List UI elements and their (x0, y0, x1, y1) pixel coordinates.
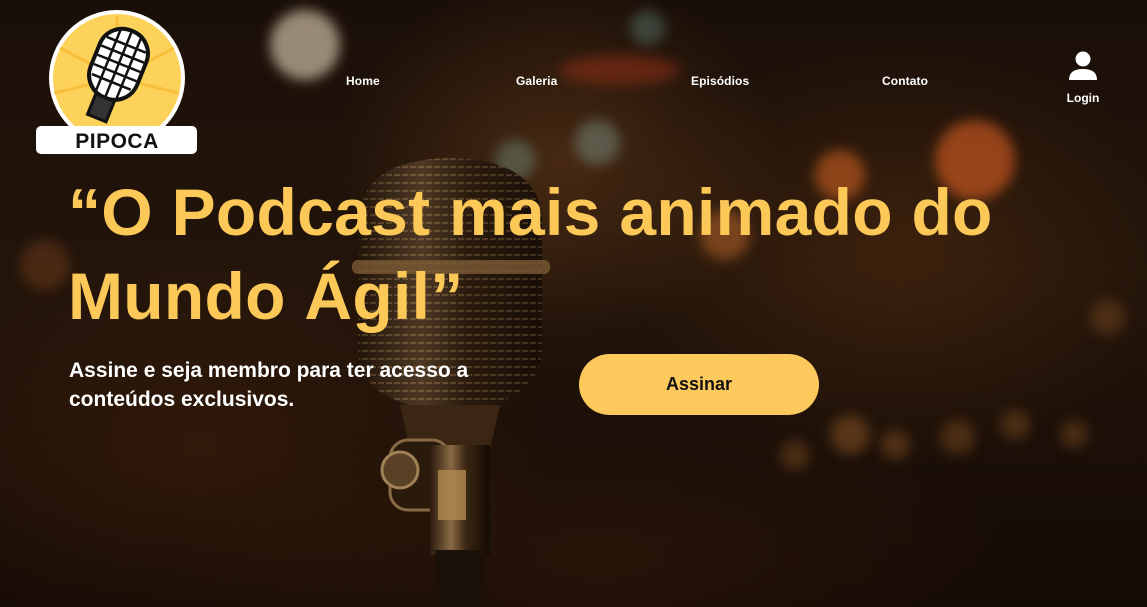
nav-galeria-link[interactable]: Galeria (516, 74, 557, 88)
page: PIPOCA PIPOCAAGIL Home Galeria Episódios… (0, 0, 1147, 607)
hero-subtitle: Assine e seja membro para ter acesso a c… (69, 356, 539, 414)
hero-title-line-1: “O Podcast mais animado do (68, 175, 993, 249)
nav-contato-link[interactable]: Contato (882, 74, 928, 88)
hero-title: “O Podcast mais animado do Mundo Ágil” (68, 170, 1068, 338)
nav-episodios-link[interactable]: Episódios (691, 74, 749, 88)
hero-subtitle-line-1: Assine e seja membro para ter acesso a (69, 359, 469, 382)
user-icon (1069, 51, 1097, 80)
svg-text:PIPOCAAGIL: PIPOCAAGIL (52, 130, 183, 153)
main-nav: Home Galeria Episódios Contato (0, 74, 1147, 94)
login-button[interactable]: Login (1060, 50, 1106, 110)
login-label: Login (1066, 91, 1100, 105)
hero-subtitle-line-2: conteúdos exclusivos. (69, 388, 295, 411)
hero-title-line-2: Mundo Ágil” (68, 259, 464, 333)
nav-home-link[interactable]: Home (346, 74, 380, 88)
subscribe-button[interactable]: Assinar (579, 354, 819, 415)
